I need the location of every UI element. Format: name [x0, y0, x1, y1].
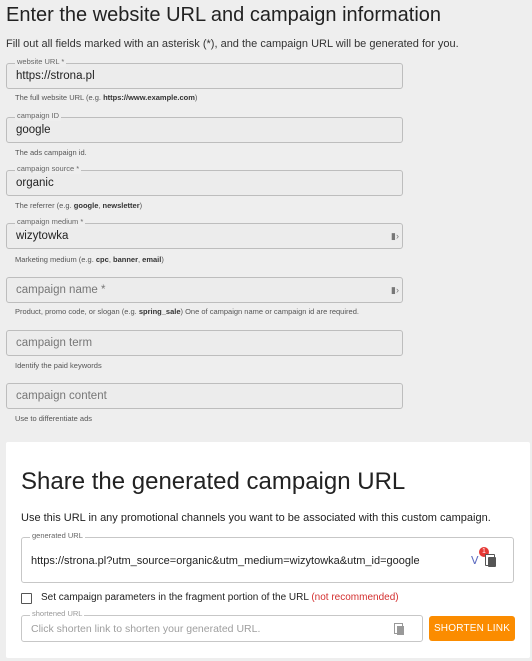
campaign-content-hint: Use to differentiate ads: [15, 414, 92, 423]
copy-icon[interactable]: [394, 623, 408, 637]
campaign-source-hint: The referrer (e.g. google, newsletter): [15, 201, 143, 210]
generated-url-label: generated URL: [30, 531, 85, 541]
share-title: Share the generated campaign URL: [21, 468, 406, 495]
campaign-id-label: campaign ID: [15, 111, 62, 121]
campaign-name-placeholder: campaign name *: [16, 284, 106, 296]
campaign-medium-field[interactable]: campaign medium * wizytowka ▮›: [6, 217, 403, 249]
copy-icon-shadow: [488, 557, 496, 567]
campaign-id-value: google: [16, 124, 51, 136]
field-action-icon[interactable]: ▮›: [391, 231, 399, 242]
campaign-medium-hint: Marketing medium (e.g. cpc, banner, emai…: [15, 255, 164, 264]
campaign-id-hint: The ads campaign id.: [15, 148, 87, 157]
campaign-content-field[interactable]: campaign content: [6, 383, 403, 409]
website-url-value: https://strona.pl: [16, 70, 95, 82]
page-title: Enter the website URL and campaign infor…: [6, 4, 442, 26]
campaign-content-placeholder: campaign content: [16, 390, 107, 402]
fragment-checkbox[interactable]: [21, 593, 32, 604]
website-url-hint: The full website URL (e.g. https://www.e…: [15, 93, 198, 102]
campaign-term-field[interactable]: campaign term: [6, 330, 403, 356]
share-description: Use this URL in any promotional channels…: [21, 512, 491, 524]
campaign-medium-label: campaign medium *: [15, 217, 86, 227]
campaign-source-label: campaign source *: [15, 164, 82, 174]
fragment-label: Set campaign parameters in the fragment …: [41, 592, 399, 603]
chevron-icon[interactable]: ᐯ: [471, 554, 479, 567]
generated-url-value[interactable]: https://strona.pl?utm_source=organic&utm…: [31, 555, 420, 567]
shortened-url-field[interactable]: shortened URL Click shorten link to shor…: [21, 609, 423, 642]
website-url-field[interactable]: website URL * https://strona.pl: [6, 57, 403, 89]
campaign-source-field[interactable]: campaign source * organic: [6, 164, 403, 196]
campaign-name-hint: Product, promo code, or slogan (e.g. spr…: [15, 307, 359, 316]
shortened-url-placeholder: Click shorten link to shorten your gener…: [31, 623, 261, 635]
share-card: Share the generated campaign URL Use thi…: [6, 442, 530, 658]
generated-url-field[interactable]: generated URL https://strona.pl?utm_sour…: [21, 531, 514, 583]
shorten-link-button[interactable]: SHORTEN LINK: [429, 616, 515, 641]
campaign-term-hint: Identify the paid keywords: [15, 361, 102, 370]
campaign-source-value: organic: [16, 177, 54, 189]
generated-url-actions: ᐯ 1: [471, 547, 499, 570]
campaign-id-field[interactable]: campaign ID google: [6, 111, 403, 143]
website-url-label: website URL *: [15, 57, 67, 67]
campaign-name-field[interactable]: campaign name * ▮›: [6, 277, 403, 303]
shortened-url-label: shortened URL: [30, 609, 85, 619]
fragment-warning: (not recommended): [311, 592, 399, 603]
campaign-medium-value: wizytowka: [16, 230, 69, 242]
form-intro: Fill out all fields marked with an aster…: [6, 38, 459, 50]
campaign-term-placeholder: campaign term: [16, 337, 93, 349]
field-action-icon[interactable]: ▮›: [391, 285, 399, 296]
